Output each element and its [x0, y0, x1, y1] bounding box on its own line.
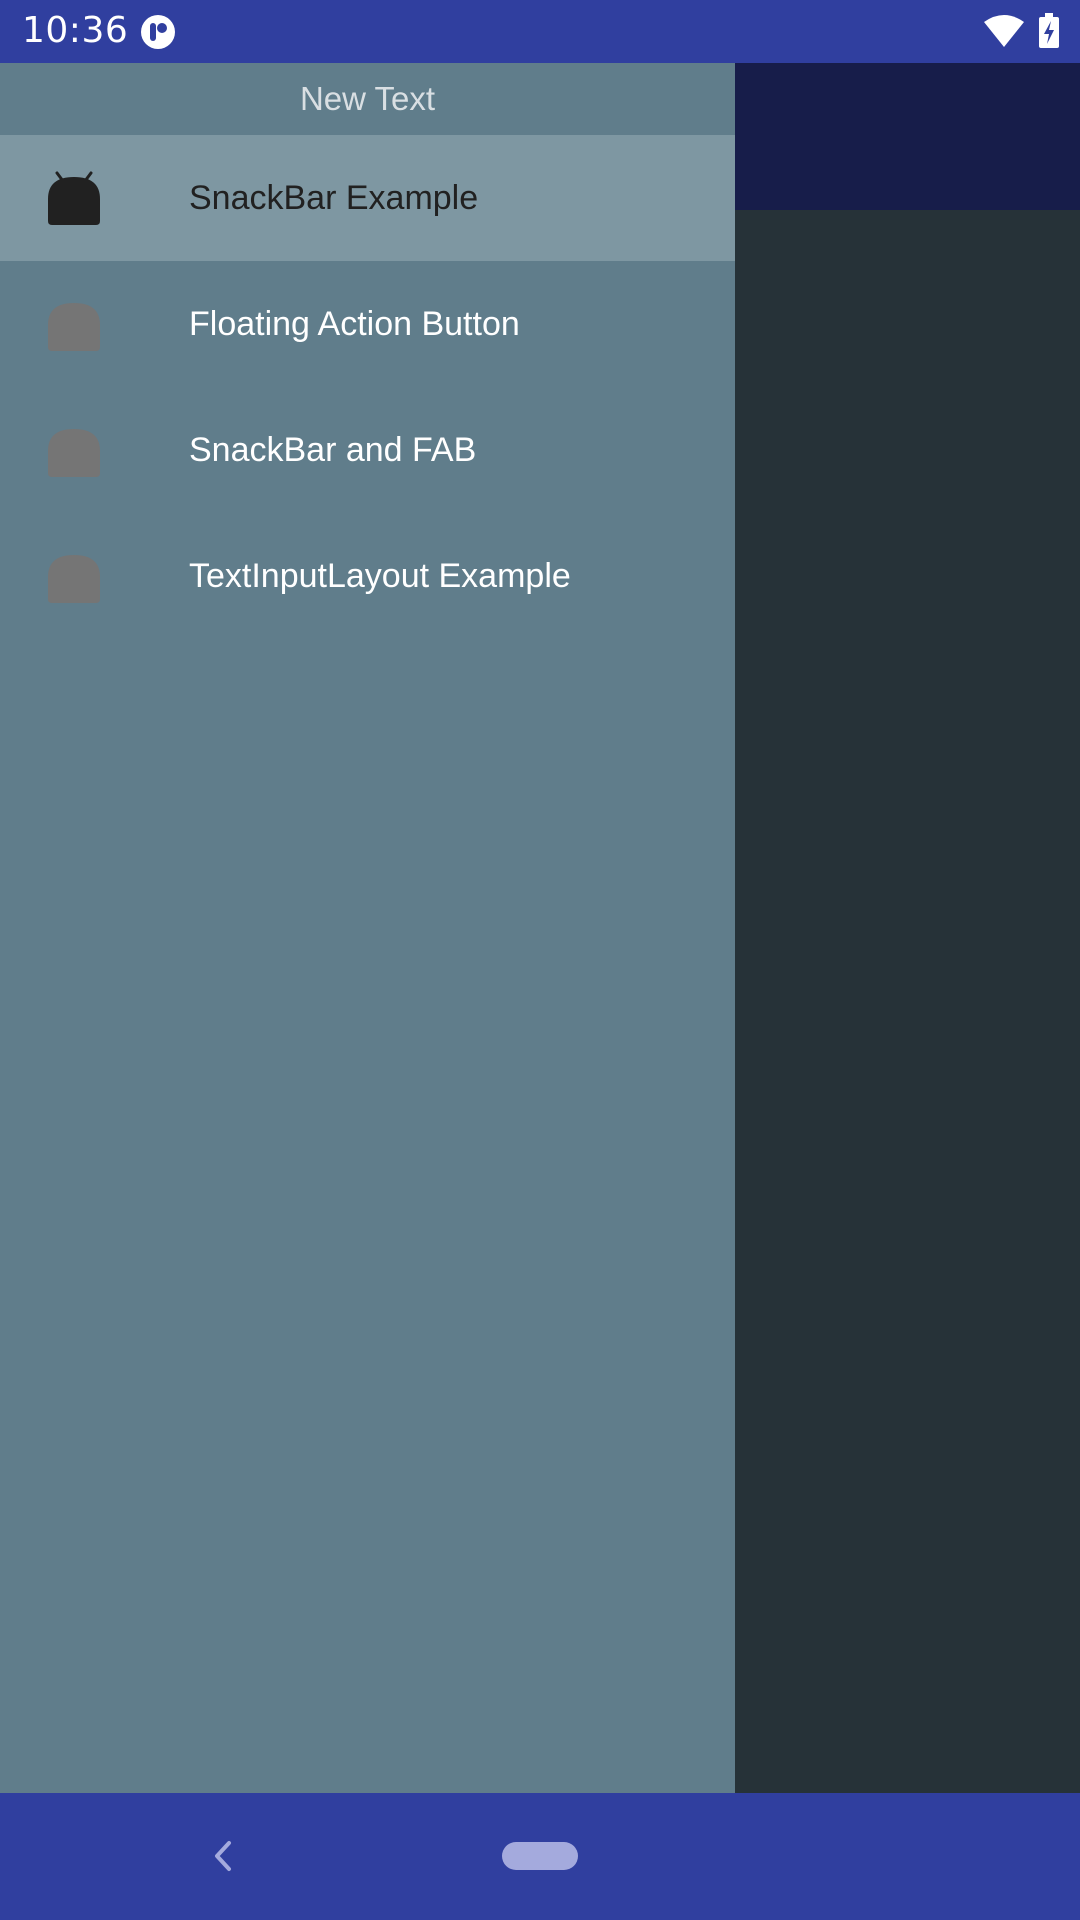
- status-time: 10:36: [22, 10, 129, 51]
- drawer-menu: SnackBar Example Floating Action Button …: [0, 135, 735, 639]
- android-icon: [48, 429, 100, 477]
- back-icon[interactable]: [205, 1833, 241, 1879]
- status-bar: 10:36: [0, 0, 1080, 63]
- android-icon: [48, 171, 100, 225]
- app-notification-icon: [141, 15, 175, 49]
- menu-item-label: SnackBar and FAB: [189, 431, 477, 469]
- menu-item-snackbar-and-fab[interactable]: SnackBar and FAB: [0, 387, 735, 513]
- menu-item-snackbar-example[interactable]: SnackBar Example: [0, 135, 735, 261]
- android-icon: [48, 303, 100, 351]
- battery-charging-icon: [1039, 13, 1059, 48]
- menu-item-label: Floating Action Button: [189, 305, 520, 343]
- menu-item-textinputlayout-example[interactable]: TextInputLayout Example: [0, 513, 735, 639]
- app-toolbar-dimmed: [735, 63, 1080, 210]
- home-pill-icon[interactable]: [502, 1842, 578, 1870]
- drawer-header: New Text: [0, 63, 735, 135]
- wifi-icon: [984, 15, 1024, 47]
- menu-item-floating-action-button[interactable]: Floating Action Button: [0, 261, 735, 387]
- android-icon: [48, 555, 100, 603]
- menu-item-label: SnackBar Example: [189, 179, 479, 217]
- drawer-header-text: New Text: [299, 80, 436, 117]
- system-nav-bar: [0, 1793, 1080, 1920]
- menu-item-label: TextInputLayout Example: [189, 557, 571, 595]
- navigation-drawer: New Text SnackBar Example Floating Actio…: [0, 63, 735, 1793]
